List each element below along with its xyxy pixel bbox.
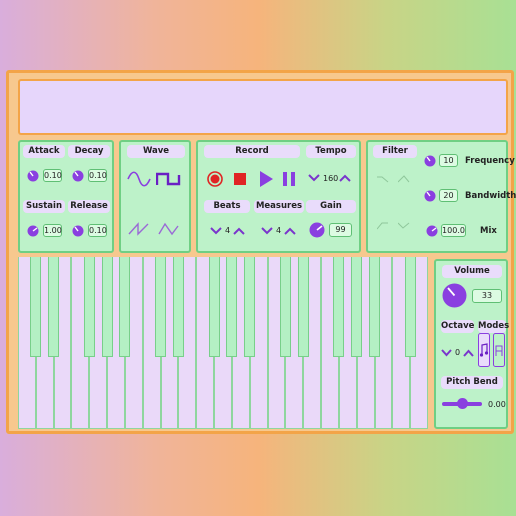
wave-label: Wave xyxy=(127,145,185,158)
measures-label: Measures xyxy=(254,200,304,213)
black-key[interactable] xyxy=(172,257,184,357)
bandwidth-knob[interactable] xyxy=(424,190,436,202)
black-key[interactable] xyxy=(404,257,416,357)
release-label: Release xyxy=(68,200,110,213)
piano-keyboard xyxy=(18,257,428,429)
measures-down-icon[interactable] xyxy=(261,227,273,235)
display-screen xyxy=(18,79,508,135)
filter-label: Filter xyxy=(373,145,417,158)
lowpass-filter-icon[interactable] xyxy=(377,175,389,183)
notch-filter-icon[interactable] xyxy=(398,222,410,230)
filter-panel: Filter 10 Frequency 20 Bandwidth 100.0 M… xyxy=(366,140,516,253)
release-value[interactable]: 0.10 xyxy=(88,224,107,237)
black-key[interactable] xyxy=(226,257,238,357)
sine-wave-icon[interactable] xyxy=(127,171,151,187)
tempo-label: Tempo xyxy=(306,145,356,158)
pause-button[interactable] xyxy=(282,171,296,187)
beats-down-icon[interactable] xyxy=(210,227,222,235)
measures-value: 4 xyxy=(276,226,282,235)
black-key[interactable] xyxy=(208,257,220,357)
octave-label: Octave xyxy=(441,320,475,333)
black-key[interactable] xyxy=(244,257,256,357)
black-key[interactable] xyxy=(119,257,131,357)
gain-knob[interactable] xyxy=(309,222,325,238)
black-key[interactable] xyxy=(297,257,309,357)
letter-a-icon[interactable] xyxy=(493,333,505,367)
bandpass-filter-icon[interactable] xyxy=(377,222,389,230)
black-key[interactable] xyxy=(30,257,42,357)
music-note-icon[interactable] xyxy=(478,333,490,367)
wave-panel: Wave xyxy=(119,140,191,253)
play-button[interactable] xyxy=(258,170,274,188)
triangle-wave-icon[interactable] xyxy=(158,222,180,236)
measures-up-icon[interactable] xyxy=(284,227,296,235)
envelope-panel: Attack Decay 0.10 0.10 Sustain Release 1… xyxy=(18,140,114,253)
sawtooth-wave-icon[interactable] xyxy=(128,222,150,236)
volume-knob[interactable] xyxy=(442,283,467,308)
pitch-bend-thumb[interactable] xyxy=(456,398,468,409)
beats-value: 4 xyxy=(225,226,231,235)
black-key[interactable] xyxy=(155,257,167,357)
stop-button[interactable] xyxy=(233,172,247,186)
sustain-knob[interactable] xyxy=(27,225,39,237)
frequency-value[interactable]: 10 xyxy=(439,154,458,167)
record-label: Record xyxy=(204,145,300,158)
tempo-up-icon[interactable] xyxy=(339,174,351,182)
pitch-bend-value: 0.00 xyxy=(488,400,506,409)
controls-panel: Volume 33 Octave Modes 0 Pitch Bend 0.00 xyxy=(434,259,510,429)
decay-knob[interactable] xyxy=(72,170,84,182)
record-button[interactable] xyxy=(207,171,223,187)
tempo-value: 160 xyxy=(323,174,339,183)
octave-value: 0 xyxy=(455,348,461,357)
beats-label: Beats xyxy=(204,200,250,213)
volume-label: Volume xyxy=(442,265,502,278)
synth-frame: Attack Decay 0.10 0.10 Sustain Release 1… xyxy=(6,70,516,434)
decay-label: Decay xyxy=(68,145,110,158)
gain-value[interactable]: 99 xyxy=(329,223,352,237)
volume-value[interactable]: 33 xyxy=(472,289,502,303)
pitch-bend-slider[interactable] xyxy=(442,398,482,409)
bandwidth-label: Bandwidth xyxy=(465,191,516,201)
tempo-down-icon[interactable] xyxy=(308,174,320,182)
mix-label: Mix xyxy=(480,226,497,236)
attack-value[interactable]: 0.10 xyxy=(43,169,62,182)
release-knob[interactable] xyxy=(72,225,84,237)
square-wave-icon[interactable] xyxy=(156,171,182,187)
frequency-label: Frequency xyxy=(465,156,515,166)
attack-label: Attack xyxy=(23,145,65,158)
mix-value[interactable]: 100.0 xyxy=(441,224,466,237)
modes-label: Modes xyxy=(478,320,510,333)
decay-value[interactable]: 0.10 xyxy=(88,169,107,182)
black-key[interactable] xyxy=(333,257,345,357)
sustain-label: Sustain xyxy=(23,200,65,213)
bandwidth-value[interactable]: 20 xyxy=(439,189,458,202)
mix-knob[interactable] xyxy=(426,225,438,237)
black-key[interactable] xyxy=(83,257,95,357)
black-key[interactable] xyxy=(369,257,381,357)
highpass-filter-icon[interactable] xyxy=(398,175,410,183)
black-key[interactable] xyxy=(48,257,60,357)
black-key[interactable] xyxy=(351,257,363,357)
frequency-knob[interactable] xyxy=(424,155,436,167)
sustain-value[interactable]: 1.00 xyxy=(43,224,62,237)
gain-label: Gain xyxy=(306,200,356,213)
beats-up-icon[interactable] xyxy=(233,227,245,235)
pitch-bend-label: Pitch Bend xyxy=(441,376,503,389)
record-panel: Record Tempo 160 Beats Measures Gain 4 4… xyxy=(196,140,361,253)
attack-knob[interactable] xyxy=(27,170,39,182)
octave-up-icon[interactable] xyxy=(463,349,474,357)
octave-down-icon[interactable] xyxy=(441,349,452,357)
black-key[interactable] xyxy=(101,257,113,357)
black-key[interactable] xyxy=(279,257,291,357)
